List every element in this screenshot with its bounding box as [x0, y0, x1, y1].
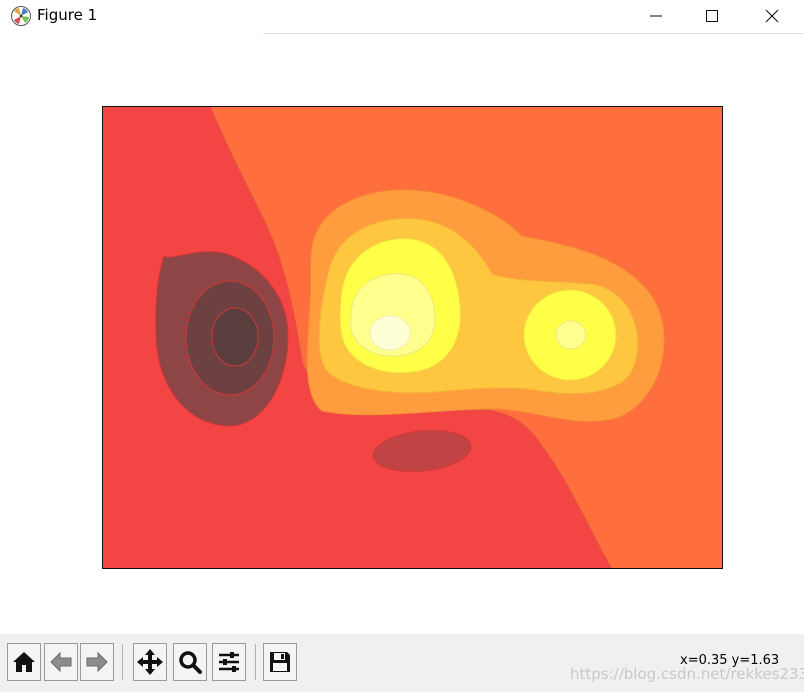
- contour-plot-axes[interactable]: [102, 106, 723, 569]
- arrow-left-icon: [50, 651, 72, 673]
- back-button[interactable]: [44, 643, 78, 681]
- matplotlib-logo-icon: [11, 6, 31, 26]
- magnifier-icon: [179, 651, 202, 674]
- minimize-icon: [650, 15, 662, 17]
- pan-button[interactable]: [133, 643, 167, 681]
- zoom-button[interactable]: [173, 643, 207, 681]
- maximize-button[interactable]: [686, 0, 738, 32]
- figure-window: Figure 1 x=0.35 y=1.63 https://blog.csdn…: [0, 0, 804, 692]
- home-icon: [13, 652, 35, 672]
- contour-level-peak-core: [369, 315, 411, 351]
- floppy-icon: [270, 652, 290, 672]
- window-title: Figure 1: [37, 6, 98, 24]
- close-icon: [765, 9, 779, 23]
- save-button[interactable]: [263, 643, 297, 681]
- contour-minimum-core: [211, 307, 259, 367]
- watermark-text: https://blog.csdn.net/rekkes233: [570, 665, 804, 683]
- toolbar-separator: [255, 644, 256, 680]
- subplots-button[interactable]: [212, 643, 246, 681]
- home-button[interactable]: [7, 643, 41, 681]
- toolbar-separator: [122, 644, 123, 680]
- maximize-icon: [706, 10, 718, 22]
- minimize-button[interactable]: [630, 0, 682, 32]
- sliders-icon: [219, 652, 239, 672]
- contour-level-peak-core-right: [555, 320, 587, 350]
- title-bar: Figure 1: [0, 0, 804, 32]
- arrow-right-icon: [86, 651, 108, 673]
- forward-button[interactable]: [80, 643, 114, 681]
- close-button[interactable]: [746, 0, 798, 32]
- move-icon: [137, 649, 163, 675]
